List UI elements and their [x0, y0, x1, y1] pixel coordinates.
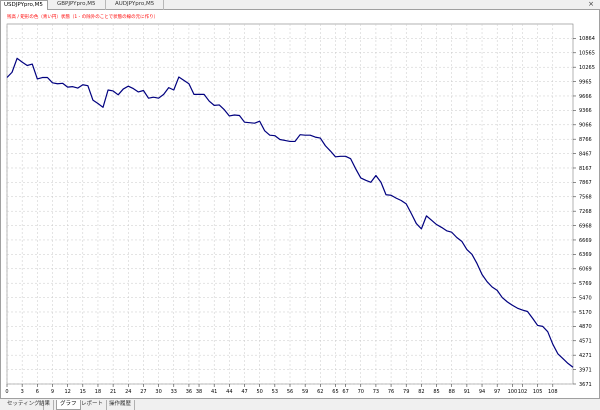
y-tick-label: 6369	[579, 252, 592, 258]
y-tick-label: 5170	[579, 310, 592, 316]
y-tick-label: 5470	[579, 295, 592, 301]
x-tick-label: 30	[155, 389, 161, 395]
x-tick-label: 102	[518, 389, 528, 395]
x-tick-label: 85	[433, 389, 439, 395]
y-tick-label: 3971	[579, 367, 592, 373]
chart-legend-text: 残高 / 矩形の色（青い円）状態（1 - の除外のことで状態の線の元に作り）	[7, 13, 158, 20]
tab-graph[interactable]: グラフ	[56, 400, 81, 410]
y-tick-label: 9965	[579, 79, 592, 85]
x-tick-label: 21	[110, 389, 116, 395]
x-tick-label: 18	[95, 389, 101, 395]
grid-lines	[6, 23, 574, 385]
y-tick-label: 3671	[579, 382, 592, 388]
tab-results[interactable]: 結果	[36, 400, 55, 410]
x-axis-ticks: 0 3 6 9 12 15 18 21 24 27 30 33 36 38 41 44 47 50 53 56 59 62…	[5, 384, 558, 395]
y-tick-label: 7568	[579, 195, 592, 201]
y-tick-label: 8167	[579, 166, 592, 172]
y-tick-label: 6069	[579, 267, 592, 273]
y-tick-label: 4571	[579, 339, 592, 345]
y-tick-label: 4271	[579, 353, 592, 359]
x-tick-label: 33	[171, 389, 177, 395]
y-tick-label: 7867	[579, 180, 592, 186]
x-tick-label: 9	[51, 389, 54, 395]
x-tick-label: 27	[140, 389, 146, 395]
symbol-tab-bar: USDJPYpro,M5 GBPJPYpro,M5 AUDJPYpro,M5 ×	[0, 0, 600, 10]
x-tick-label: 91	[464, 389, 470, 395]
y-tick-label: 5769	[579, 281, 592, 287]
x-tick-label: 6	[36, 389, 39, 395]
graph-panel: 残高 / 矩形の色（青い円）状態（1 - の除外のことで状態の線の元に作り） 1…	[0, 10, 600, 398]
tab-audjpy[interactable]: AUDJPYpro,M5	[112, 0, 164, 10]
y-tick-label: 8467	[579, 151, 592, 157]
tab-history[interactable]: 操作履歴	[106, 400, 136, 410]
y-tick-label: 7268	[579, 209, 592, 215]
y-tick-label: 10565	[579, 51, 595, 57]
x-tick-label: 76	[388, 389, 394, 395]
x-tick-label: 50	[256, 389, 262, 395]
tester-tab-bar: セッティング 結果 グラフ レポート 操作履歴	[0, 398, 600, 410]
tab-usdjpy[interactable]: USDJPYpro,M5	[0, 0, 48, 10]
x-tick-label: 15	[80, 389, 86, 395]
x-tick-label: 12	[64, 389, 70, 395]
x-tick-label: 70	[358, 389, 364, 395]
x-tick-label: 105	[533, 389, 543, 395]
y-tick-label: 9066	[579, 123, 592, 129]
close-icon[interactable]: ×	[588, 0, 594, 9]
y-tick-label: 8766	[579, 137, 592, 143]
y-tick-label: 6968	[579, 223, 592, 229]
x-tick-label: 36	[186, 389, 192, 395]
x-tick-label: 53	[272, 389, 278, 395]
x-tick-label: 47	[241, 389, 247, 395]
balance-chart: 残高 / 矩形の色（青い円）状態（1 - の除外のことで状態の線の元に作り） 1…	[5, 13, 595, 395]
x-tick-label: 24	[125, 389, 131, 395]
y-tick-label: 9666	[579, 94, 592, 100]
y-tick-label: 10265	[579, 65, 595, 71]
x-tick-label: 62	[317, 389, 323, 395]
x-tick-label: 38	[196, 389, 202, 395]
x-tick-label: 67	[342, 389, 348, 395]
x-tick-label: 65	[332, 389, 338, 395]
x-tick-label: 79	[403, 389, 409, 395]
y-tick-label: 10864	[579, 36, 595, 42]
x-tick-label: 88	[449, 389, 455, 395]
x-tick-label: 108	[548, 389, 558, 395]
y-tick-label: 4870	[579, 324, 592, 330]
x-tick-label: 94	[479, 389, 485, 395]
y-axis-ticks: 10864 10565 10265 9965 9666 9366 9066 8766 8467 8…	[573, 36, 595, 388]
x-tick-label: 82	[418, 389, 424, 395]
x-tick-label: 59	[302, 389, 308, 395]
x-tick-label: 41	[211, 389, 217, 395]
tab-gbpjpy[interactable]: GBPJPYpro,M5	[54, 0, 106, 10]
x-tick-label: 3	[21, 389, 24, 395]
tab-report[interactable]: レポート	[78, 400, 108, 410]
x-tick-label: 56	[287, 389, 293, 395]
y-tick-label: 6669	[579, 238, 592, 244]
x-tick-label: 97	[494, 389, 500, 395]
x-tick-label: 73	[373, 389, 379, 395]
x-tick-label: 0	[5, 389, 8, 395]
y-tick-label: 9366	[579, 108, 592, 114]
x-tick-label: 100	[508, 389, 518, 395]
x-tick-label: 44	[226, 389, 232, 395]
